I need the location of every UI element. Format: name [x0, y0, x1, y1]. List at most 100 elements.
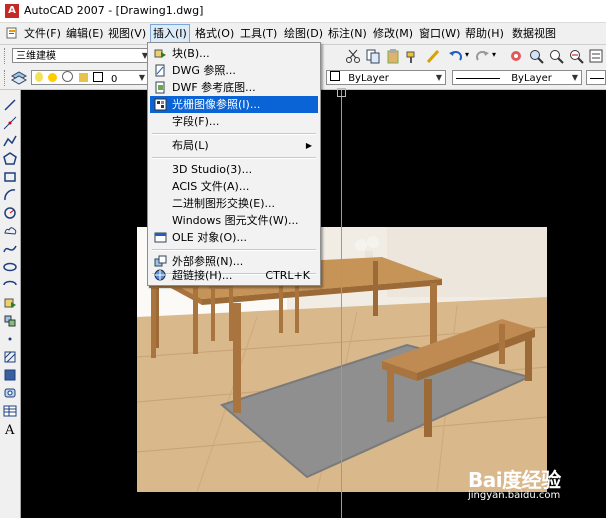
menu-tools[interactable]: 工具(T) [238, 26, 279, 41]
rectangle-icon[interactable] [3, 170, 17, 184]
menu-item-label: DWF 参考底图... [172, 81, 256, 94]
brush-icon[interactable] [425, 48, 441, 64]
spline-icon[interactable] [3, 242, 17, 256]
menu-item-block[interactable]: 块(B)... [150, 45, 318, 62]
menu-item-dwg-reference[interactable]: DWG 参照... [150, 62, 318, 79]
freeze-viewport-icon [62, 71, 74, 82]
zoom-window-icon[interactable] [548, 48, 564, 64]
copy-icon[interactable] [365, 48, 381, 64]
insert-menu-dropdown: 块(B)... DWG 参照... DWF 参考底图... 光栅图像参照(I).… [147, 42, 321, 286]
menu-item-3d-studio[interactable]: 3D Studio(3)... [150, 161, 318, 178]
polyline-icon[interactable] [3, 134, 17, 148]
menu-item-hyperlink[interactable]: 超链接(H)... CTRL+K [150, 267, 318, 284]
table-icon[interactable] [3, 404, 17, 418]
line-icon[interactable] [3, 98, 17, 112]
menu-item-ole-object[interactable]: OLE 对象(O)... [150, 229, 318, 246]
ellipse-icon[interactable] [3, 260, 17, 274]
menu-window[interactable]: 窗口(W) [417, 26, 462, 41]
menu-dimension[interactable]: 标注(N) [326, 26, 369, 41]
point-icon[interactable] [3, 332, 17, 346]
lightbulb-icon [35, 72, 43, 82]
menu-item-label: 超链接(H)... [172, 269, 233, 282]
menu-help[interactable]: 帮助(H) [463, 26, 506, 41]
menu-format[interactable]: 格式(O) [193, 26, 236, 41]
undo-dropdown-chevron-icon[interactable]: ▾ [465, 50, 469, 59]
menu-item-label: ACIS 文件(A)... [172, 180, 250, 193]
construction-line-icon[interactable] [3, 116, 17, 130]
arc-icon[interactable] [3, 188, 17, 202]
redo-icon[interactable] [474, 48, 490, 64]
redo-dropdown-chevron-icon[interactable]: ▾ [492, 50, 496, 59]
circle-icon[interactable] [3, 206, 17, 220]
menu-item-shortcut: CTRL+K [265, 269, 310, 282]
hyperlink-icon [154, 269, 166, 281]
menu-item-label: DWG 参照... [172, 64, 236, 77]
menu-data-view[interactable]: 数据视图 [510, 26, 558, 41]
menu-modify[interactable]: 修改(M) [371, 26, 415, 41]
linetype-select[interactable]: ByLayer ▼ [452, 70, 582, 85]
color-select[interactable]: ByLayer ▼ [326, 70, 446, 85]
layer-manager-icon[interactable] [11, 70, 27, 86]
menu-item-label: 光栅图像参照(I)... [172, 98, 261, 111]
menu-separator [152, 157, 316, 159]
zoom-realtime-icon[interactable] [528, 48, 544, 64]
chevron-down-icon[interactable]: ▼ [433, 71, 445, 84]
ole-object-icon [154, 232, 167, 243]
multiline-text-icon[interactable]: A [3, 422, 17, 436]
menu-item-label: 3D Studio(3)... [172, 163, 253, 176]
layer-select[interactable]: 0 ▼ [31, 70, 149, 85]
toolbar-grip[interactable] [4, 48, 8, 64]
gradient-icon[interactable] [3, 368, 17, 382]
raster-image-icon [154, 98, 167, 111]
region-icon[interactable] [3, 386, 17, 400]
svg-text:A: A [4, 423, 15, 436]
menu-item-dwf-underlay[interactable]: DWF 参考底图... [150, 79, 318, 96]
lineweight-select[interactable] [586, 70, 606, 85]
draw-toolbar: A [0, 90, 21, 518]
layer-value: 0 [110, 74, 118, 85]
color-value: ByLayer [348, 73, 389, 84]
zoom-previous-icon[interactable] [568, 48, 584, 64]
properties-icon[interactable] [588, 48, 604, 64]
paste-icon[interactable] [385, 48, 401, 64]
menu-separator [152, 133, 316, 135]
ellipse-arc-icon[interactable] [3, 278, 17, 292]
menu-view[interactable]: 视图(V) [106, 26, 148, 41]
chevron-down-icon[interactable]: ▼ [569, 71, 581, 84]
menu-draw[interactable]: 绘图(D) [282, 26, 325, 41]
revision-cloud-icon[interactable] [3, 224, 17, 238]
menu-item-label: 字段(F)... [172, 115, 220, 128]
cut-icon[interactable] [345, 48, 361, 64]
menu-insert[interactable]: 插入(I) [150, 24, 190, 43]
undo-icon[interactable] [448, 48, 464, 64]
watermark-brand: Bai度经验 [468, 468, 561, 492]
menu-item-label: 块(B)... [172, 47, 210, 60]
menu-file[interactable]: 文件(F) [22, 26, 63, 41]
pan-icon[interactable] [508, 48, 524, 64]
menu-item-label: 布局(L) [172, 139, 209, 152]
sun-icon [48, 73, 58, 82]
insert-block-icon[interactable] [3, 296, 17, 310]
make-block-icon[interactable] [3, 314, 17, 328]
layer-color-swatch [92, 72, 103, 82]
menu-edit[interactable]: 编辑(E) [64, 26, 106, 41]
toolbar-grip[interactable] [4, 70, 8, 86]
menu-item-windows-metafile[interactable]: Windows 图元文件(W)... [150, 212, 318, 229]
menu-item-raster-image[interactable]: 光栅图像参照(I)... [150, 96, 318, 113]
menu-item-field[interactable]: 字段(F)... [150, 113, 318, 130]
menu-item-acis-file[interactable]: ACIS 文件(A)... [150, 178, 318, 195]
lineweight-sample [590, 77, 604, 79]
polygon-icon[interactable] [3, 152, 17, 166]
window-title: AutoCAD 2007 - [Drawing1.dwg] [24, 4, 204, 17]
menu-item-layout[interactable]: 布局(L) ▶ [150, 137, 318, 154]
menu-separator [152, 249, 316, 251]
baidu-jingyan-watermark: Bai度经验 jingyan.baidu.com [462, 462, 592, 510]
title-bar: A AutoCAD 2007 - [Drawing1.dwg] [0, 0, 606, 23]
hatch-icon[interactable] [3, 350, 17, 364]
workspace-select[interactable]: 三维建模 ▼ [12, 48, 152, 63]
block-icon [154, 49, 166, 58]
menu-item-binary-dxf[interactable]: 二进制图形交换(E)... [150, 195, 318, 212]
document-icon[interactable] [6, 27, 18, 39]
match-properties-icon[interactable] [405, 48, 421, 64]
watermark-url: jingyan.baidu.com [468, 490, 561, 501]
